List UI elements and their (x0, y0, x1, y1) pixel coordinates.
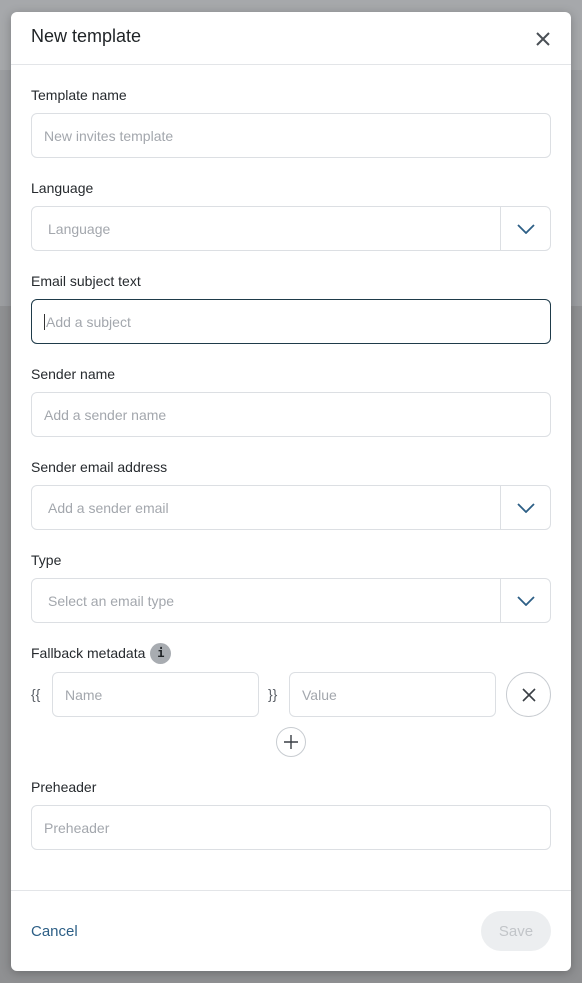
sender-name-field: Sender name Add a sender name (31, 364, 551, 437)
email-subject-placeholder: Add a subject (46, 313, 131, 330)
language-select[interactable]: Language (31, 206, 551, 251)
metadata-name-placeholder: Name (65, 686, 103, 703)
sender-name-label: Sender name (31, 366, 116, 382)
sender-email-field: Sender email address Add a sender email (31, 457, 551, 530)
sender-email-label: Sender email address (31, 459, 168, 475)
template-name-field: Template name New invites template (31, 85, 551, 158)
preheader-label: Preheader (31, 779, 97, 795)
email-subject-field: Email subject text Add a subject (31, 271, 551, 344)
modal-header: New template (11, 12, 571, 65)
type-field: Type Select an email type (31, 550, 551, 623)
close-button[interactable] (529, 26, 557, 52)
language-dropdown-toggle[interactable] (500, 207, 550, 250)
modal-title: New template (31, 26, 142, 46)
metadata-value-placeholder: Value (302, 686, 337, 703)
template-name-placeholder: New invites template (44, 127, 174, 144)
fallback-metadata-label: Fallback metadata (31, 645, 146, 661)
language-label: Language (31, 180, 94, 196)
preheader-input[interactable]: Preheader (31, 805, 551, 850)
preheader-placeholder: Preheader (44, 819, 110, 836)
cancel-button[interactable]: Cancel (31, 923, 78, 940)
open-brace: {{ (31, 686, 41, 702)
type-placeholder: Select an email type (48, 592, 175, 609)
fallback-metadata-label-row: Fallback metadata i (31, 642, 551, 664)
language-field: Language Language (31, 178, 551, 251)
save-button[interactable]: Save (481, 911, 551, 951)
sender-email-dropdown-toggle[interactable] (500, 486, 550, 529)
close-brace: }} (268, 686, 278, 702)
chevron-down-icon (516, 223, 535, 234)
close-icon (536, 32, 550, 46)
type-dropdown-toggle[interactable] (500, 579, 550, 622)
fallback-metadata-field: Fallback metadata i {{ Name }} Value (31, 642, 551, 762)
sender-email-placeholder: Add a sender email (48, 499, 169, 516)
email-subject-label: Email subject text (31, 273, 141, 289)
close-icon (521, 687, 536, 702)
template-name-label: Template name (31, 87, 127, 103)
text-caret (44, 313, 45, 330)
chevron-down-icon (516, 595, 535, 606)
metadata-name-input[interactable]: Name (52, 672, 259, 717)
sender-name-placeholder: Add a sender name (44, 406, 167, 423)
type-select[interactable]: Select an email type (31, 578, 551, 623)
preheader-field: Preheader Preheader (31, 777, 551, 850)
metadata-value-input[interactable]: Value (289, 672, 496, 717)
plus-icon (284, 735, 298, 749)
sender-name-input[interactable]: Add a sender name (31, 392, 551, 437)
modal-footer: Cancel Save (11, 890, 571, 971)
type-label: Type (31, 552, 62, 568)
add-metadata-button[interactable] (276, 727, 306, 757)
chevron-down-icon (516, 502, 535, 513)
remove-metadata-button[interactable] (506, 672, 551, 717)
email-subject-input[interactable]: Add a subject (31, 299, 551, 344)
new-template-modal: New template Template name New invites t… (11, 12, 571, 971)
info-icon[interactable]: i (150, 642, 172, 664)
template-name-input[interactable]: New invites template (31, 113, 551, 158)
sender-email-select[interactable]: Add a sender email (31, 485, 551, 530)
language-placeholder: Language (48, 220, 111, 237)
